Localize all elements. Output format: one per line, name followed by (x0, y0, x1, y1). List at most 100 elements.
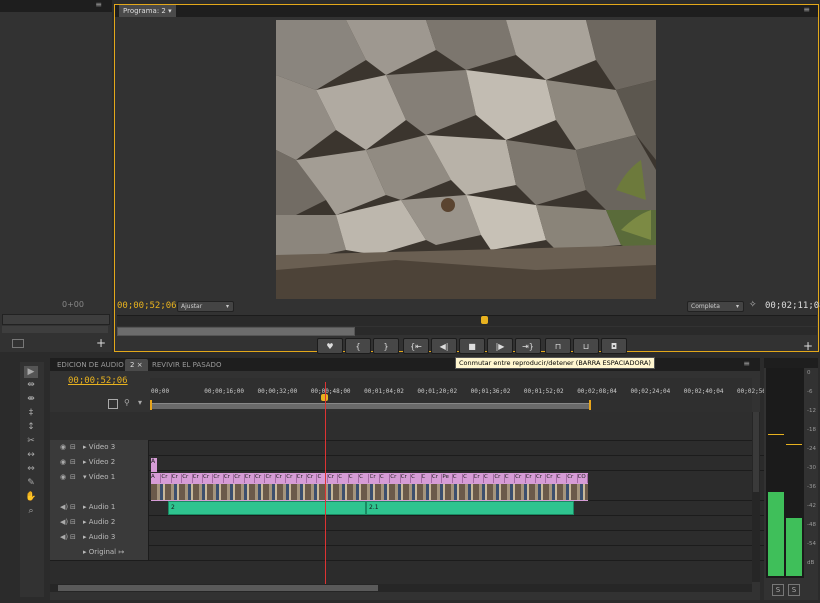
timeline-vertical-scrollbar[interactable] (752, 412, 760, 582)
track-header[interactable]: ▸ Original ↦ (50, 545, 149, 560)
source-zoom-bar[interactable] (2, 326, 108, 333)
video1-clip[interactable]: Cr (432, 474, 443, 483)
tab-revivir-el-pasado[interactable]: REVIVIR EL PASADO (147, 359, 226, 371)
video1-clip[interactable]: Cr (172, 474, 183, 483)
snap-icon[interactable] (108, 399, 118, 409)
speaker-icon[interactable]: ◀) (60, 518, 68, 526)
step-forward-button[interactable]: |▶ (487, 338, 513, 354)
program-fit-select[interactable]: Ajustar ▾ (177, 301, 234, 312)
timeline-menu-icon[interactable]: ≡ (743, 359, 750, 368)
program-tab[interactable]: Programa: 2 ▾ (119, 5, 176, 17)
video1-clip[interactable]: Cr (546, 474, 557, 483)
go-to-in-button[interactable]: {⇤ (403, 338, 429, 354)
track-row[interactable]: ▸ Original ↦ (50, 545, 802, 561)
lock-icon[interactable]: ⊟ (70, 443, 76, 451)
track-header[interactable]: ◀) ⊟ ▸ Audio 1 (50, 500, 149, 515)
slip-tool-icon[interactable]: ↔ (24, 449, 38, 461)
video1-clip[interactable]: C (317, 474, 328, 483)
source-panel-menu-icon[interactable]: ≡ (95, 0, 102, 9)
video1-clip[interactable]: C (359, 474, 370, 483)
video1-clip[interactable]: Cr (265, 474, 276, 483)
track-header[interactable]: ◀) ⊟ ▸ Audio 3 (50, 530, 149, 545)
program-tab-dropdown-icon[interactable]: ▾ (168, 7, 172, 15)
track-row[interactable]: ◉ ⊟ ▸ Vídeo 3 (50, 440, 802, 456)
video1-clip[interactable]: Cr (182, 474, 193, 483)
track-row[interactable]: ◉ ⊟ ▸ Vídeo 2 (50, 455, 802, 471)
extract-button[interactable]: ⊔ (573, 338, 599, 354)
audio1-clip-a[interactable]: 2 (168, 501, 366, 515)
speaker-icon[interactable]: ◀) (60, 533, 68, 541)
play-stop-button[interactable]: ■ (459, 338, 485, 354)
program-add-icon[interactable]: + (803, 339, 813, 353)
lock-icon[interactable]: ⊟ (70, 458, 76, 466)
step-back-button[interactable]: ◀| (431, 338, 457, 354)
program-playhead[interactable] (481, 316, 488, 324)
slide-tool-icon[interactable]: ⇔ (24, 463, 38, 475)
pen-tool-icon[interactable]: ✎ (24, 477, 38, 489)
program-quality-select[interactable]: Completa ▾ (687, 301, 744, 312)
program-zoom-scrollbar[interactable] (117, 327, 817, 336)
eye-icon[interactable]: ◉ (60, 473, 66, 481)
video1-clip[interactable]: Cr (234, 474, 245, 483)
track-header[interactable]: ◉ ⊟ ▸ Vídeo 2 (50, 455, 149, 470)
timeline-horizontal-scrollbar[interactable] (50, 584, 752, 592)
video1-clip[interactable]: Pe (442, 474, 453, 483)
speaker-icon[interactable]: ◀) (60, 503, 68, 511)
video1-clip[interactable]: Cr (390, 474, 401, 483)
work-area-bar[interactable] (150, 403, 590, 409)
lock-icon[interactable]: ⊟ (70, 533, 76, 541)
rolling-edit-tool-icon[interactable]: ‡ (24, 407, 38, 419)
lock-icon[interactable]: ⊟ (70, 503, 76, 511)
track-header[interactable]: ◀) ⊟ ▸ Audio 2 (50, 515, 149, 530)
program-current-timecode[interactable]: 00;00;52;06 (117, 301, 177, 311)
ripple-edit-tool-icon[interactable]: ⇼ (24, 393, 38, 405)
video1-clip[interactable]: C (484, 474, 495, 483)
video1-clip[interactable]: Cr (255, 474, 266, 483)
video1-clip[interactable]: Cr (328, 474, 339, 483)
rate-stretch-tool-icon[interactable]: ↕ (24, 421, 38, 433)
video1-clip[interactable]: Cr (161, 474, 172, 483)
lock-icon[interactable]: ⊟ (70, 518, 76, 526)
video1-clip[interactable]: C (422, 474, 432, 483)
video1-clip[interactable]: Cr (213, 474, 224, 483)
video1-clip[interactable]: Cr (286, 474, 297, 483)
work-area-out[interactable] (589, 400, 591, 410)
video1-clip[interactable]: Cr (474, 474, 484, 483)
video1-clip[interactable]: CO (578, 474, 588, 483)
source-scrub-bar[interactable] (2, 314, 110, 325)
video1-clip[interactable]: C (463, 474, 474, 483)
video1-clip[interactable]: Cr (515, 474, 526, 483)
audio1-clip-b[interactable]: 2.1 (366, 501, 574, 515)
work-area-in[interactable] (150, 400, 152, 410)
wrench-icon[interactable]: ✧ (749, 300, 757, 310)
timeline-current-timecode[interactable]: 00;00;52;06 (68, 376, 128, 386)
track-select-tool-icon[interactable]: ⇹ (24, 379, 38, 391)
video1-clip[interactable]: Cr (307, 474, 318, 483)
video1-clip[interactable]: Cr (203, 474, 214, 483)
video1-clip[interactable]: Cr (276, 474, 287, 483)
add-marker-icon[interactable]: ⚲ (124, 398, 130, 407)
video1-clip[interactable]: Cr (536, 474, 547, 483)
video1-clip[interactable]: Cr (567, 474, 578, 483)
marker-button[interactable]: ♥ (317, 338, 343, 354)
zoom-tool-icon[interactable]: ⌕ (24, 505, 38, 517)
video1-clip[interactable]: C (380, 474, 391, 483)
mark-in-button[interactable]: { (345, 338, 371, 354)
eye-icon[interactable]: ◉ (60, 458, 66, 466)
video1-clip[interactable]: C (557, 474, 568, 483)
marker-icon[interactable]: ▾ (138, 398, 142, 407)
hand-tool-icon[interactable]: ✋ (24, 491, 38, 503)
video1-clip[interactable]: Cr (297, 474, 308, 483)
timeline-ruler[interactable]: 00;00 00;00;16;00 00;00;32;00 00;00;48;00 00… (150, 378, 773, 412)
eye-icon[interactable]: ◉ (60, 443, 66, 451)
video1-clip[interactable]: Cr (245, 474, 256, 483)
video1-clip[interactable]: Cr (370, 474, 380, 483)
source-add-icon[interactable]: + (96, 336, 106, 350)
video1-clip[interactable]: A (151, 474, 162, 483)
solo-right-button[interactable]: S (788, 584, 800, 596)
video1-clip[interactable]: C (349, 474, 360, 483)
video1-clip[interactable]: C (338, 474, 349, 483)
video1-clip[interactable]: Cr (526, 474, 536, 483)
mark-out-button[interactable]: } (373, 338, 399, 354)
program-zoom-handle[interactable] (117, 327, 355, 336)
